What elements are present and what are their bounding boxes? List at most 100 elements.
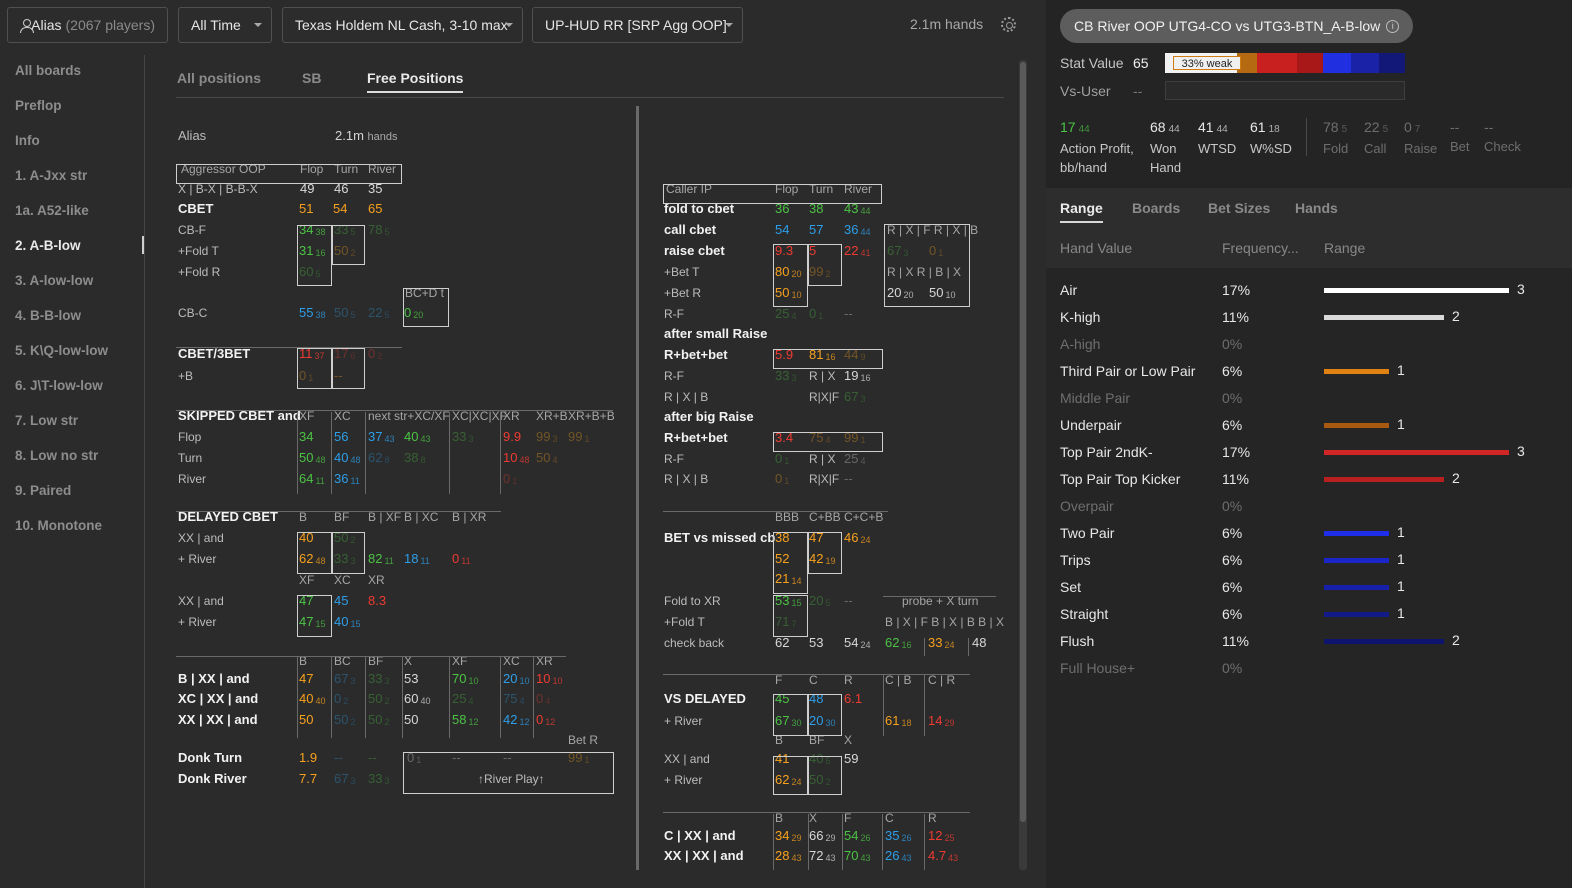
left-cell[interactable]: 33 3 <box>452 429 473 446</box>
tab-free-positions[interactable]: Free Positions <box>367 70 464 93</box>
right-cell[interactable]: 12 25 <box>928 828 954 845</box>
left-cell[interactable]: 33 3 <box>368 671 389 688</box>
left-cell[interactable]: 56 <box>334 429 348 445</box>
left-cell[interactable]: 20 10 <box>503 671 529 688</box>
right-cell[interactable]: 57 <box>809 222 823 238</box>
range-row[interactable]: Underpair 6% 1 <box>1046 412 1572 439</box>
scrollbar-thumb[interactable] <box>1020 62 1026 822</box>
right-cell[interactable]: 34 29 <box>775 828 801 845</box>
sidebar-item-12[interactable]: 9. Paired <box>15 483 71 498</box>
left-cell[interactable]: 50 48 <box>299 450 325 467</box>
left-cell[interactable]: 02 <box>368 346 382 363</box>
sidebar-item-5[interactable]: 2. A-B-low <box>15 238 81 253</box>
range-row[interactable]: Top Pair Top Kicker 11% 2 <box>1046 466 1572 493</box>
left-cell[interactable]: 47 <box>299 671 313 687</box>
sidebar-item-2[interactable]: Info <box>15 133 40 148</box>
right-cell[interactable]: 25 4 <box>775 306 796 323</box>
right-cell[interactable]: 22 41 <box>844 243 870 260</box>
range-row[interactable]: Third Pair or Low Pair 6% 1 <box>1046 358 1572 385</box>
col-range[interactable]: Range <box>1324 240 1365 256</box>
left-cell[interactable]: 51 <box>299 201 313 217</box>
left-cell[interactable]: 04 <box>536 691 550 708</box>
stat-wtsd[interactable]: 41 44 WTSD <box>1198 118 1236 158</box>
left-cell[interactable]: 50 2 <box>368 691 389 708</box>
left-cell[interactable]: 62 8 <box>368 450 389 467</box>
stat-call[interactable]: 22 5 Call <box>1364 118 1388 158</box>
left-cell[interactable]: 82 11 <box>368 551 394 568</box>
left-cell[interactable]: 50 5 <box>334 305 355 322</box>
stat-action-profit-[interactable]: 17 44 Action Profit, bb/hand <box>1060 118 1134 177</box>
range-row[interactable]: Straight 6% 1 <box>1046 601 1572 628</box>
left-cell[interactable]: 78 5 <box>368 222 389 239</box>
left-cell[interactable]: 45 <box>334 593 348 609</box>
game-filter-dropdown[interactable]: Texas Holdem NL Cash, 3-10 max <box>282 7 523 43</box>
range-row[interactable]: K-high 11% 2 <box>1046 304 1572 331</box>
stat-bet[interactable]: -- Bet <box>1450 118 1470 156</box>
left-cell[interactable]: 99 3 <box>536 429 557 446</box>
right-cell[interactable]: 14 29 <box>928 713 954 730</box>
range-row[interactable]: Trips 6% 1 <box>1046 547 1572 574</box>
right-cell[interactable]: 54 26 <box>844 828 870 845</box>
sidebar-item-8[interactable]: 5. K\Q-low-low <box>15 343 108 358</box>
alias-selector[interactable]: Alias (2067 players) <box>7 7 168 43</box>
left-cell[interactable]: 34 <box>299 429 313 445</box>
right-cell[interactable]: 61 18 <box>885 713 911 730</box>
tab-hands[interactable]: Hands <box>1295 200 1338 216</box>
hud-filter-dropdown[interactable]: UP-HUD RR [SRP Agg OOP] <box>532 7 743 43</box>
right-cell[interactable]: 36 44 <box>844 222 870 239</box>
left-cell[interactable]: 65 <box>368 201 382 217</box>
left-cell[interactable]: 53 <box>404 671 418 687</box>
sidebar-item-6[interactable]: 3. A-low-low <box>15 273 93 288</box>
left-cell[interactable]: 50 <box>299 712 313 728</box>
range-row[interactable]: Two Pair 6% 1 <box>1046 520 1572 547</box>
tab-bet-sizes[interactable]: Bet Sizes <box>1208 200 1270 216</box>
tab-boards[interactable]: Boards <box>1132 200 1180 216</box>
gear-icon[interactable] <box>1001 17 1016 32</box>
left-cell[interactable]: 60 40 <box>404 691 430 708</box>
left-cell[interactable]: 50 4 <box>536 450 557 467</box>
sidebar-item-11[interactable]: 8. Low no str <box>15 448 98 463</box>
sidebar-item-9[interactable]: 6. J\T-low-low <box>15 378 103 393</box>
right-cell[interactable]: 62 <box>775 635 789 651</box>
tab-sb[interactable]: SB <box>302 70 321 86</box>
right-cell[interactable]: 33 24 <box>928 635 954 652</box>
stat-raise[interactable]: 0 7 Raise <box>1404 118 1437 158</box>
left-cell[interactable]: 50 2 <box>368 712 389 729</box>
left-cell[interactable]: 7.7 <box>299 771 317 787</box>
range-row[interactable]: Air 17% 3 <box>1046 277 1572 304</box>
info-icon[interactable]: i <box>1386 19 1400 33</box>
right-cell[interactable]: 19 16 <box>844 368 870 385</box>
left-cell[interactable]: 25 4 <box>452 691 473 708</box>
left-cell[interactable]: 40 15 <box>334 614 360 631</box>
sidebar-item-3[interactable]: 1. A-Jxx str <box>15 168 87 183</box>
left-cell[interactable]: -- <box>368 750 377 766</box>
left-cell[interactable]: 9.9 <box>503 429 521 445</box>
right-cell[interactable]: 25 4 <box>844 451 865 468</box>
right-cell[interactable]: 53 <box>809 635 823 651</box>
left-cell[interactable]: 02 <box>334 691 348 708</box>
left-cell[interactable]: 40 40 <box>299 691 325 708</box>
left-cell[interactable]: 8.3 <box>368 593 386 609</box>
left-cell[interactable]: 64 11 <box>299 471 325 488</box>
left-cell[interactable]: 70 10 <box>452 671 478 688</box>
range-row[interactable]: Top Pair 2ndK- 17% 3 <box>1046 439 1572 466</box>
left-cell[interactable]: 40 48 <box>334 450 360 467</box>
left-cell[interactable]: 67 3 <box>334 671 355 688</box>
stat-title-pill[interactable]: CB River OOP UTG4-CO vs UTG3-BTN_A-B-low… <box>1060 9 1414 43</box>
left-cell[interactable]: 38 8 <box>404 450 425 467</box>
range-row[interactable]: Middle Pair 0% <box>1046 385 1572 412</box>
sidebar-item-13[interactable]: 10. Monotone <box>15 518 102 533</box>
sidebar-item-0[interactable]: All boards <box>15 63 81 78</box>
left-cell[interactable]: 50 2 <box>334 712 355 729</box>
left-cell[interactable]: 10 48 <box>503 450 529 467</box>
right-cell[interactable]: 72 43 <box>809 848 835 865</box>
sidebar-item-10[interactable]: 7. Low str <box>15 413 78 428</box>
stat-won[interactable]: 68 44 Won Hand <box>1150 118 1181 177</box>
left-cell[interactable]: 75 4 <box>503 691 524 708</box>
right-cell[interactable]: 01 <box>775 471 789 488</box>
range-row[interactable]: Full House+ 0% <box>1046 655 1572 682</box>
tab-range[interactable]: Range <box>1060 200 1103 223</box>
left-cell[interactable]: 01 <box>503 471 517 488</box>
right-cell[interactable]: 01 <box>775 451 789 468</box>
right-cell[interactable]: -- <box>844 306 853 322</box>
